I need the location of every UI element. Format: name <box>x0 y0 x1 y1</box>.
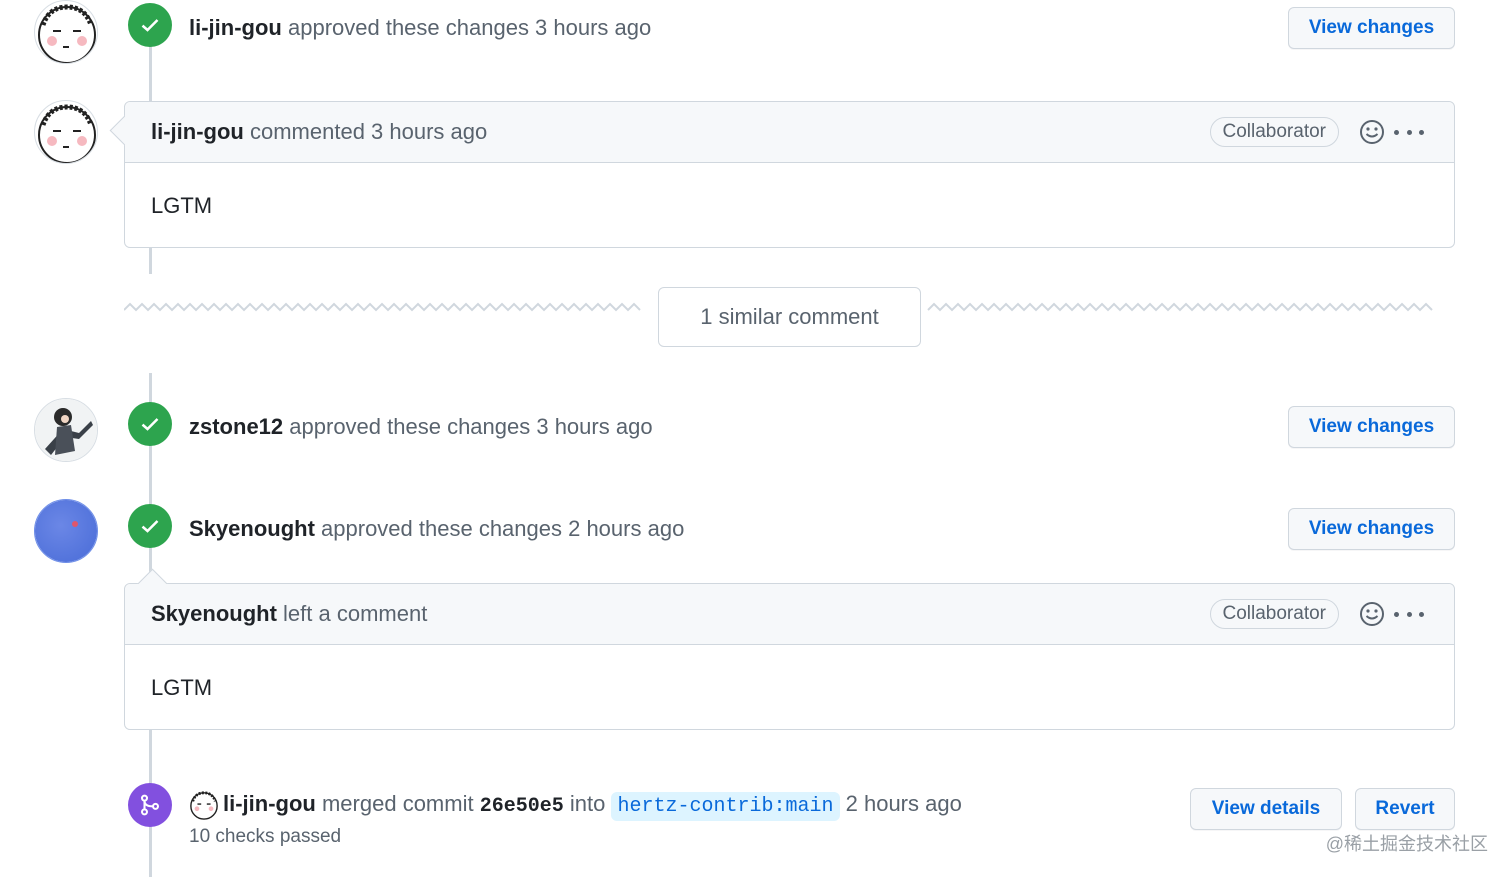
avatar[interactable] <box>34 100 98 164</box>
collaborator-badge: Collaborator <box>1209 599 1339 629</box>
collaborator-badge: Collaborator <box>1209 117 1339 147</box>
author-link[interactable]: Skyenought <box>151 601 277 626</box>
merge-into-text: into <box>569 791 606 816</box>
merge-event: li-jin-gou merged commit 26e50e5 into he… <box>189 790 962 821</box>
author-link[interactable]: li-jin-gou <box>151 119 244 144</box>
git-merge-icon <box>128 783 172 827</box>
review-event: zstone12 approved these changes 3 hours … <box>189 413 653 441</box>
author-link[interactable]: zstone12 <box>189 414 283 439</box>
commit-sha-link[interactable]: 26e50e5 <box>480 795 564 818</box>
smiley-icon[interactable] <box>1358 118 1386 146</box>
comment-header: li-jin-gou commented 3 hours ago Collabo… <box>125 102 1454 163</box>
review-event: Skyenought approved these changes 2 hour… <box>189 515 684 543</box>
watermark: @稀土掘金技术社区 <box>1325 834 1488 854</box>
event-text: approved these changes 3 hours ago <box>287 15 652 40</box>
comment-action: commented 3 hours ago <box>249 119 488 144</box>
comment-meta: li-jin-gou commented 3 hours ago <box>151 118 487 146</box>
checks-status-link[interactable]: 10 checks passed <box>189 826 341 848</box>
author-link[interactable]: li-jin-gou <box>189 15 282 40</box>
kebab-horizontal-icon[interactable] <box>1394 600 1424 628</box>
view-details-button[interactable]: View details <box>1190 788 1342 830</box>
event-text: approved these changes 3 hours ago <box>289 414 653 439</box>
comment-body: LGTM <box>151 675 213 700</box>
review-comment-card: Skyenought left a comment Collaborator L… <box>124 568 1455 730</box>
comment-body: LGTM <box>151 193 213 218</box>
avatar[interactable] <box>34 499 98 563</box>
approved-check-icon <box>128 3 172 47</box>
comment-action: left a comment <box>283 601 428 626</box>
review-event: li-jin-gou approved these changes 3 hour… <box>189 14 651 42</box>
branch-ref-link[interactable]: hertz-contrib:main <box>611 792 840 821</box>
view-changes-button[interactable]: View changes <box>1288 7 1455 49</box>
event-text: approved these changes 2 hours ago <box>321 516 685 541</box>
comment-header: Skyenought left a comment Collaborator <box>125 584 1454 645</box>
kebab-horizontal-icon[interactable] <box>1394 118 1424 146</box>
author-link[interactable]: Skyenought <box>189 516 315 541</box>
merge-time: 2 hours ago <box>845 791 962 816</box>
revert-button[interactable]: Revert <box>1355 788 1455 830</box>
timeline-line <box>149 46 152 104</box>
approved-check-icon <box>128 402 172 446</box>
avatar[interactable] <box>34 398 98 462</box>
comment-meta: Skyenought left a comment <box>151 600 427 628</box>
smiley-icon[interactable] <box>1358 600 1386 628</box>
avatar[interactable] <box>189 790 219 820</box>
approved-check-icon <box>128 504 172 548</box>
merge-verb: merged commit <box>321 791 474 816</box>
view-changes-button[interactable]: View changes <box>1288 406 1455 448</box>
load-hidden-comments-button[interactable]: 1 similar comment <box>658 287 921 347</box>
comment-card: li-jin-gou commented 3 hours ago Collabo… <box>109 101 1455 248</box>
avatar[interactable] <box>34 0 98 64</box>
timeline-line <box>149 247 152 274</box>
view-changes-button[interactable]: View changes <box>1288 508 1455 550</box>
author-link[interactable]: li-jin-gou <box>223 791 316 816</box>
